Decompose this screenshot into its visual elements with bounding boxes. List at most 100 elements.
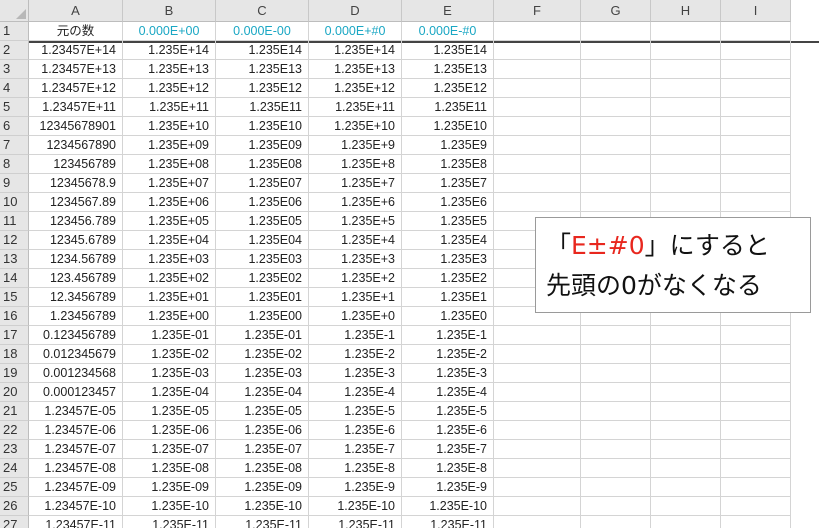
cell-e7[interactable]: 1.235E9 [402, 136, 494, 155]
cell-i22[interactable] [721, 421, 791, 440]
cell-d8[interactable]: 1.235E+8 [309, 155, 402, 174]
cell-b2[interactable]: 1.235E+14 [123, 41, 216, 60]
row-header-20[interactable]: 20 [0, 383, 29, 402]
cell-b9[interactable]: 1.235E+07 [123, 174, 216, 193]
cell-d25[interactable]: 1.235E-9 [309, 478, 402, 497]
cell-h8[interactable] [651, 155, 721, 174]
cell-i24[interactable] [721, 459, 791, 478]
row-header-19[interactable]: 19 [0, 364, 29, 383]
cell-a16[interactable]: 1.23456789 [29, 307, 123, 326]
cell-f23[interactable] [494, 440, 581, 459]
cell-b10[interactable]: 1.235E+06 [123, 193, 216, 212]
cell-d2[interactable]: 1.235E+14 [309, 41, 402, 60]
cell-c12[interactable]: 1.235E04 [216, 231, 309, 250]
cell-a19[interactable]: 0.001234568 [29, 364, 123, 383]
row-header-5[interactable]: 5 [0, 98, 29, 117]
cell-b15[interactable]: 1.235E+01 [123, 288, 216, 307]
cell-c17[interactable]: 1.235E-01 [216, 326, 309, 345]
cell-i6[interactable] [721, 117, 791, 136]
cell-e14[interactable]: 1.235E2 [402, 269, 494, 288]
cell-f10[interactable] [494, 193, 581, 212]
cell-a8[interactable]: 123456789 [29, 155, 123, 174]
cell-a6[interactable]: 12345678901 [29, 117, 123, 136]
cell-c15[interactable]: 1.235E01 [216, 288, 309, 307]
cell-e2[interactable]: 1.235E14 [402, 41, 494, 60]
cell-a1[interactable]: 元の数 [29, 22, 123, 41]
cell-b1[interactable]: 0.000E+00 [123, 22, 216, 41]
cell-e22[interactable]: 1.235E-6 [402, 421, 494, 440]
cell-h19[interactable] [651, 364, 721, 383]
cell-a5[interactable]: 1.23457E+11 [29, 98, 123, 117]
cell-g25[interactable] [581, 478, 651, 497]
cell-d3[interactable]: 1.235E+13 [309, 60, 402, 79]
cell-e15[interactable]: 1.235E1 [402, 288, 494, 307]
cell-a25[interactable]: 1.23457E-09 [29, 478, 123, 497]
cell-b20[interactable]: 1.235E-04 [123, 383, 216, 402]
cell-g1[interactable] [581, 22, 651, 41]
cell-g9[interactable] [581, 174, 651, 193]
cell-d18[interactable]: 1.235E-2 [309, 345, 402, 364]
cell-b18[interactable]: 1.235E-02 [123, 345, 216, 364]
row-header-8[interactable]: 8 [0, 155, 29, 174]
cell-d11[interactable]: 1.235E+5 [309, 212, 402, 231]
row-header-15[interactable]: 15 [0, 288, 29, 307]
cell-e18[interactable]: 1.235E-2 [402, 345, 494, 364]
cell-d16[interactable]: 1.235E+0 [309, 307, 402, 326]
cell-h20[interactable] [651, 383, 721, 402]
cell-h1[interactable] [651, 22, 721, 41]
cell-e25[interactable]: 1.235E-9 [402, 478, 494, 497]
cell-g17[interactable] [581, 326, 651, 345]
row-header-1[interactable]: 1 [0, 22, 29, 41]
column-header-b[interactable]: B [123, 0, 216, 22]
cell-d15[interactable]: 1.235E+1 [309, 288, 402, 307]
cell-c8[interactable]: 1.235E08 [216, 155, 309, 174]
cell-d24[interactable]: 1.235E-8 [309, 459, 402, 478]
cell-d5[interactable]: 1.235E+11 [309, 98, 402, 117]
cell-i9[interactable] [721, 174, 791, 193]
cell-b3[interactable]: 1.235E+13 [123, 60, 216, 79]
cell-e3[interactable]: 1.235E13 [402, 60, 494, 79]
cell-i5[interactable] [721, 98, 791, 117]
cell-c13[interactable]: 1.235E03 [216, 250, 309, 269]
cell-f8[interactable] [494, 155, 581, 174]
cell-h10[interactable] [651, 193, 721, 212]
cell-e8[interactable]: 1.235E8 [402, 155, 494, 174]
cell-g10[interactable] [581, 193, 651, 212]
cell-d6[interactable]: 1.235E+10 [309, 117, 402, 136]
cell-c25[interactable]: 1.235E-09 [216, 478, 309, 497]
cell-i1[interactable] [721, 22, 791, 41]
cell-g21[interactable] [581, 402, 651, 421]
cell-a22[interactable]: 1.23457E-06 [29, 421, 123, 440]
cell-a23[interactable]: 1.23457E-07 [29, 440, 123, 459]
cell-i19[interactable] [721, 364, 791, 383]
cell-f9[interactable] [494, 174, 581, 193]
cell-b6[interactable]: 1.235E+10 [123, 117, 216, 136]
cell-f5[interactable] [494, 98, 581, 117]
cell-c24[interactable]: 1.235E-08 [216, 459, 309, 478]
cell-b17[interactable]: 1.235E-01 [123, 326, 216, 345]
column-header-i[interactable]: I [721, 0, 791, 22]
row-header-24[interactable]: 24 [0, 459, 29, 478]
column-header-d[interactable]: D [309, 0, 402, 22]
cell-d27[interactable]: 1.235E-11 [309, 516, 402, 528]
cell-i25[interactable] [721, 478, 791, 497]
cell-d10[interactable]: 1.235E+6 [309, 193, 402, 212]
cell-f27[interactable] [494, 516, 581, 528]
cell-b14[interactable]: 1.235E+02 [123, 269, 216, 288]
cell-e4[interactable]: 1.235E12 [402, 79, 494, 98]
cell-b21[interactable]: 1.235E-05 [123, 402, 216, 421]
cell-a7[interactable]: 1234567890 [29, 136, 123, 155]
cell-g8[interactable] [581, 155, 651, 174]
cell-d9[interactable]: 1.235E+7 [309, 174, 402, 193]
cell-b16[interactable]: 1.235E+00 [123, 307, 216, 326]
cell-h6[interactable] [651, 117, 721, 136]
row-header-18[interactable]: 18 [0, 345, 29, 364]
cell-g19[interactable] [581, 364, 651, 383]
cell-b27[interactable]: 1.235E-11 [123, 516, 216, 528]
cell-a24[interactable]: 1.23457E-08 [29, 459, 123, 478]
row-header-3[interactable]: 3 [0, 60, 29, 79]
cell-d22[interactable]: 1.235E-6 [309, 421, 402, 440]
row-header-4[interactable]: 4 [0, 79, 29, 98]
cell-c10[interactable]: 1.235E06 [216, 193, 309, 212]
cell-b5[interactable]: 1.235E+11 [123, 98, 216, 117]
